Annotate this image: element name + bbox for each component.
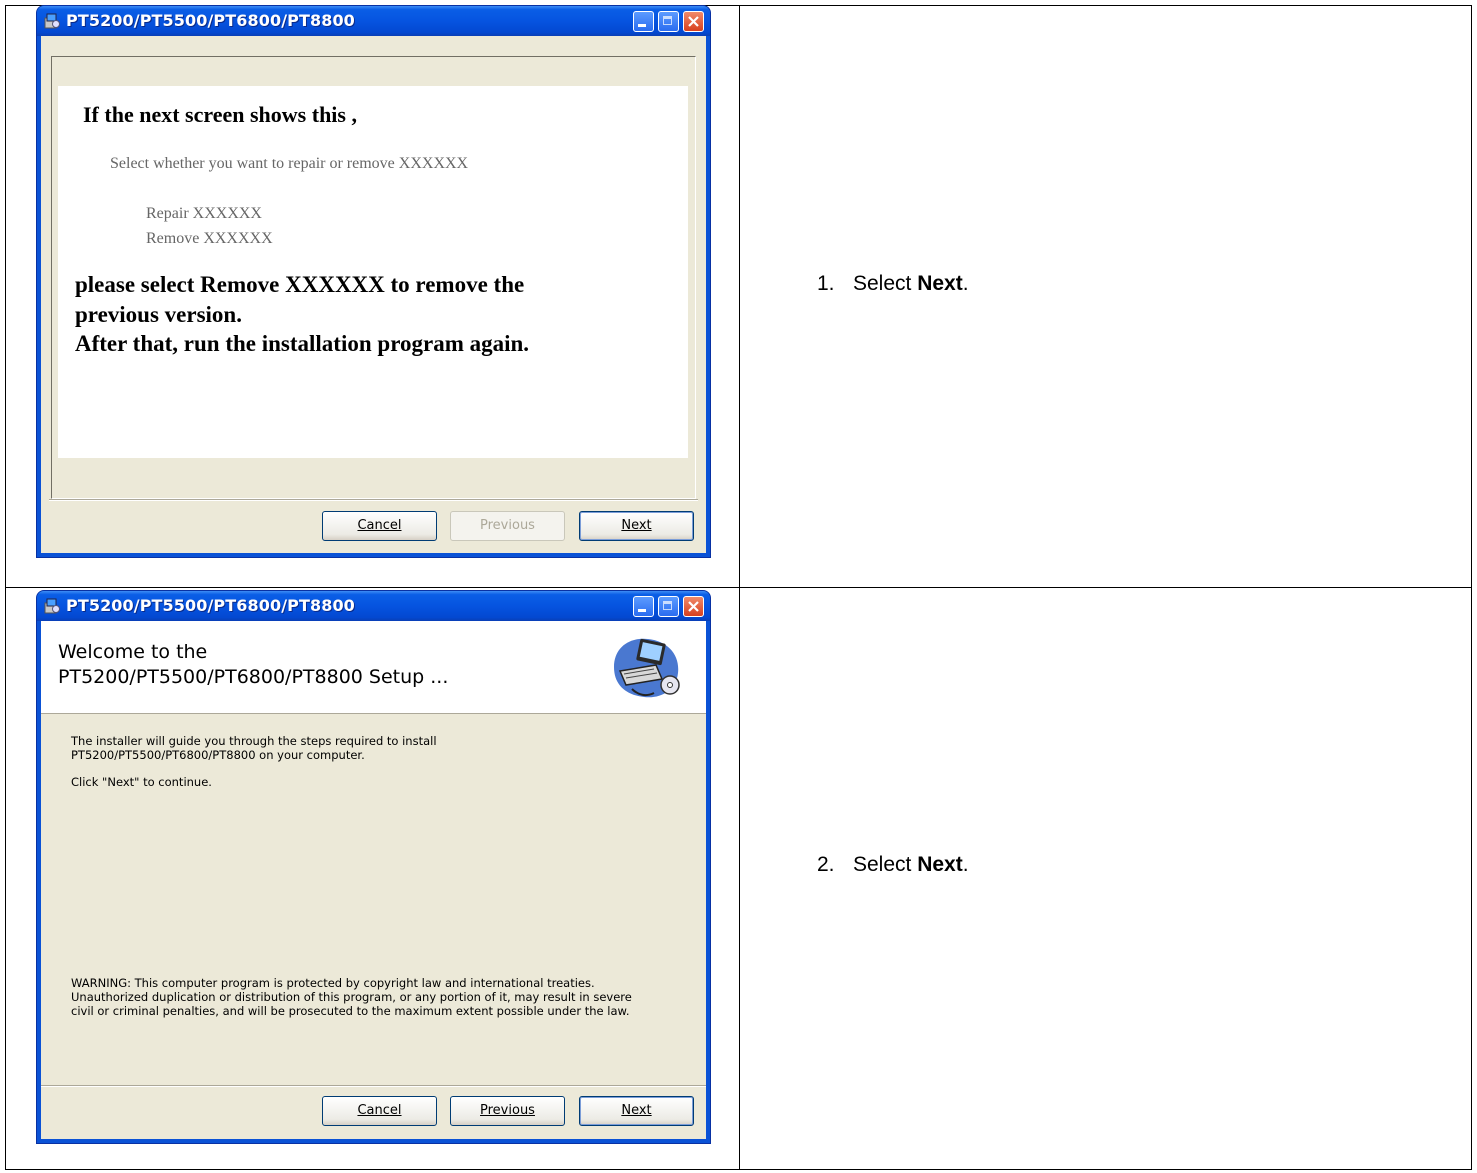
screenshot-cell-2: PT5200/PT5500/PT6800/PT8800 Welcome to t… (5, 587, 740, 1170)
warning-line-1: WARNING: This computer program is protec… (71, 976, 595, 990)
cancel-button[interactable]: Cancel (322, 511, 437, 541)
setup-header: Welcome to the PT5200/PT5500/PT6800/PT88… (41, 621, 706, 714)
divider (41, 1085, 706, 1087)
cancel-button-label: Cancel (357, 1103, 402, 1118)
maximize-icon[interactable] (658, 596, 679, 617)
notice-instruction-1: please select Remove XXXXXX to remove th… (75, 272, 525, 297)
notice-prompt: Select whether you want to repair or rem… (110, 155, 469, 172)
notice-option-remove: Remove XXXXXX (146, 230, 273, 247)
cancel-button-label: Cancel (357, 518, 402, 533)
step-bold: Next (917, 853, 963, 876)
installer-icon (44, 598, 60, 614)
instruction-cell-1: 1. Select Next. (739, 5, 1472, 588)
next-button[interactable]: Next (579, 511, 694, 541)
step-number: 2. (817, 853, 835, 876)
notice-instruction-2: previous version. (75, 302, 242, 327)
divider (49, 499, 698, 501)
window-title: PT5200/PT5500/PT6800/PT8800 (66, 11, 355, 30)
intro-line-1: The installer will guide you through the… (71, 734, 437, 748)
copyright-warning: WARNING: This computer program is protec… (71, 976, 632, 1018)
step-row-2: PT5200/PT5500/PT6800/PT8800 Welcome to t… (5, 587, 1472, 1170)
computer-setup-icon (614, 638, 680, 698)
setup-heading-line-1: Welcome to the (58, 641, 208, 663)
previous-button[interactable]: Previous (450, 1096, 565, 1126)
step-end: . (962, 272, 969, 295)
next-button-label: Next (621, 518, 652, 533)
step-text: Select (853, 272, 918, 295)
notice-instruction-3: After that, run the installation program… (75, 331, 530, 356)
title-bar[interactable]: PT5200/PT5500/PT6800/PT8800 (37, 6, 710, 36)
step-bold: Next (917, 272, 963, 295)
setup-heading-line-2: PT5200/PT5500/PT6800/PT8800 Setup ... (58, 666, 449, 688)
setup-heading: Welcome to the PT5200/PT5500/PT6800/PT88… (58, 640, 448, 690)
cancel-button[interactable]: Cancel (322, 1096, 437, 1126)
installer-window-welcome: PT5200/PT5500/PT6800/PT8800 Welcome to t… (37, 591, 710, 1143)
intro-line-2: PT5200/PT5500/PT6800/PT8800 on your comp… (71, 748, 365, 762)
title-bar[interactable]: PT5200/PT5500/PT6800/PT8800 (37, 591, 710, 621)
step-text: Select (853, 853, 918, 876)
window-client-area: Welcome to the PT5200/PT5500/PT6800/PT88… (41, 621, 706, 1139)
instruction-table: PT5200/PT5500/PT6800/PT8800 If the next … (5, 5, 1472, 1170)
close-icon[interactable] (683, 596, 704, 617)
step-end: . (962, 853, 969, 876)
next-button-label: Next (621, 1103, 652, 1118)
step-instruction-1: 1. Select Next. (817, 272, 969, 296)
intro-text: The installer will guide you through the… (71, 734, 437, 762)
close-icon[interactable] (683, 11, 704, 32)
maximize-icon[interactable] (658, 11, 679, 32)
step-row-1: PT5200/PT5500/PT6800/PT8800 If the next … (5, 5, 1472, 588)
notice-heading: If the next screen shows this , (83, 102, 357, 127)
step-number: 1. (817, 272, 835, 295)
installer-icon (44, 13, 60, 29)
minimize-icon[interactable] (633, 596, 654, 617)
step-instruction-2: 2. Select Next. (817, 853, 969, 877)
window-title: PT5200/PT5500/PT6800/PT8800 (66, 596, 355, 615)
next-button[interactable]: Next (579, 1096, 694, 1126)
warning-line-3: civil or criminal penalties, and will be… (71, 1004, 630, 1018)
notice-option-repair: Repair XXXXXX (146, 205, 262, 222)
previous-button-label: Previous (480, 1103, 535, 1118)
previous-button[interactable]: Previous (450, 511, 565, 541)
screenshot-cell-1: PT5200/PT5500/PT6800/PT8800 If the next … (5, 5, 740, 588)
continue-text: Click "Next" to continue. (71, 775, 212, 789)
instruction-cell-2: 2. Select Next. (739, 587, 1472, 1170)
installer-window-remove-notice: PT5200/PT5500/PT6800/PT8800 If the next … (37, 6, 710, 557)
previous-button-label: Previous (480, 518, 535, 533)
warning-line-2: Unauthorized duplication or distribution… (71, 990, 632, 1004)
minimize-icon[interactable] (633, 11, 654, 32)
